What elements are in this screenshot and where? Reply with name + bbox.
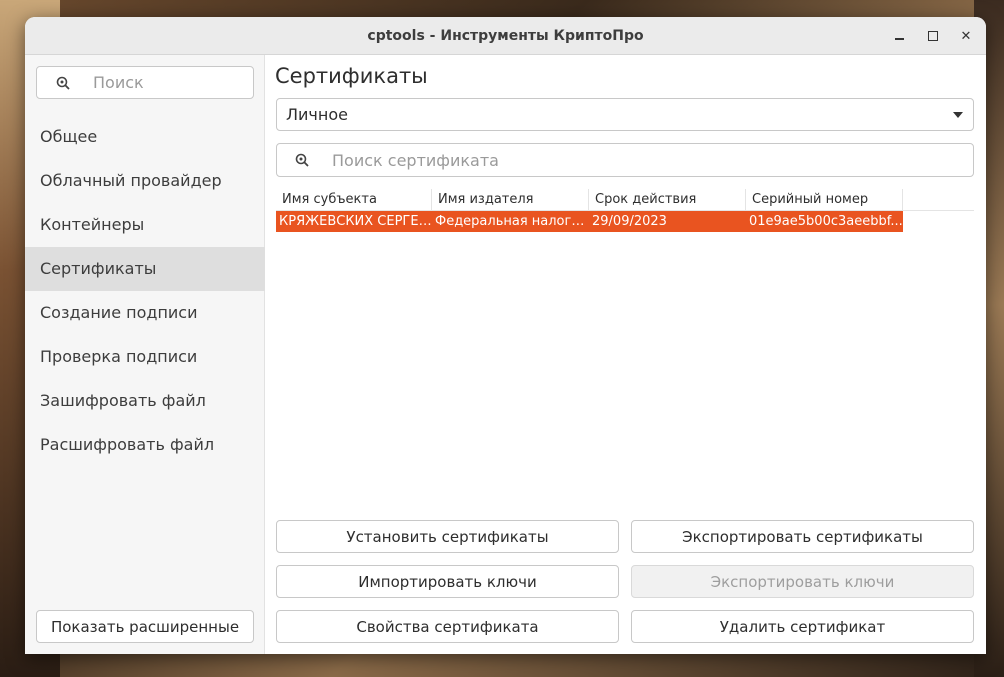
certificate-search-box[interactable] bbox=[276, 143, 974, 177]
export-certificates-button[interactable]: Экспортировать сертификаты bbox=[631, 520, 974, 553]
column-header-validity[interactable]: Срок действия bbox=[589, 189, 746, 210]
window-title: cptools - Инструменты КриптоПро bbox=[367, 27, 644, 44]
chevron-down-icon bbox=[953, 112, 963, 118]
sidebar-item-verify-signature[interactable]: Проверка подписи bbox=[25, 335, 265, 379]
sidebar-item-encrypt-file[interactable]: Зашифровать файл bbox=[25, 379, 265, 423]
certificate-search-input[interactable] bbox=[332, 150, 932, 170]
close-icon[interactable]: ✕ bbox=[955, 25, 977, 47]
cell-serial: 01e9ae5b00c3aeebbf... bbox=[749, 214, 903, 229]
sidebar-item-containers[interactable]: Контейнеры bbox=[25, 203, 265, 247]
certificate-properties-button[interactable]: Свойства сертификата bbox=[276, 610, 619, 643]
sidebar-item-cloud-provider[interactable]: Облачный провайдер bbox=[25, 159, 265, 203]
export-keys-button: Экспортировать ключи bbox=[631, 565, 974, 598]
cell-subject: КРЯЖЕВСКИХ СЕРГЕЙ... bbox=[279, 214, 432, 229]
column-header-issuer[interactable]: Имя издателя bbox=[432, 189, 589, 210]
sidebar-nav: Общее Облачный провайдер Контейнеры Серт… bbox=[25, 115, 265, 467]
install-certificates-button[interactable]: Установить сертификаты bbox=[276, 520, 619, 553]
sidebar-item-decrypt-file[interactable]: Расшифровать файл bbox=[25, 423, 265, 467]
table-header: Имя субъекта Имя издателя Срок действия … bbox=[276, 189, 974, 211]
page-title: Сертификаты bbox=[275, 64, 428, 88]
minimize-icon[interactable] bbox=[888, 25, 910, 47]
app-window: cptools - Инструменты КриптоПро ✕ Общее … bbox=[25, 17, 986, 654]
column-header-empty bbox=[903, 189, 974, 210]
store-select-value: Личное bbox=[286, 105, 348, 124]
delete-certificate-button[interactable]: Удалить сертификат bbox=[631, 610, 974, 643]
sidebar-item-certificates[interactable]: Сертификаты bbox=[25, 247, 265, 291]
maximize-icon[interactable] bbox=[922, 25, 944, 47]
cell-issuer: Федеральная налого... bbox=[435, 214, 589, 229]
certificates-table: Имя субъекта Имя издателя Срок действия … bbox=[276, 189, 974, 232]
cell-validity: 29/09/2023 bbox=[592, 214, 667, 229]
sidebar-item-general[interactable]: Общее bbox=[25, 115, 265, 159]
sidebar-search-input[interactable] bbox=[93, 73, 243, 92]
main-panel: Сертификаты Личное Имя субъекта Имя изда… bbox=[265, 55, 986, 654]
search-icon bbox=[295, 153, 309, 167]
sidebar-item-create-signature[interactable]: Создание подписи bbox=[25, 291, 265, 335]
sidebar-search-box[interactable] bbox=[36, 66, 254, 99]
search-icon bbox=[56, 76, 70, 90]
title-bar[interactable]: cptools - Инструменты КриптоПро ✕ bbox=[25, 17, 986, 55]
column-header-serial[interactable]: Серийный номер bbox=[746, 189, 903, 210]
store-select[interactable]: Личное bbox=[276, 98, 974, 131]
column-header-subject[interactable]: Имя субъекта bbox=[276, 189, 432, 210]
import-keys-button[interactable]: Импортировать ключи bbox=[276, 565, 619, 598]
table-row[interactable]: КРЯЖЕВСКИХ СЕРГЕЙ... Федеральная налого.… bbox=[276, 211, 903, 232]
show-advanced-button[interactable]: Показать расширенные bbox=[36, 610, 254, 643]
sidebar: Общее Облачный провайдер Контейнеры Серт… bbox=[25, 55, 265, 654]
